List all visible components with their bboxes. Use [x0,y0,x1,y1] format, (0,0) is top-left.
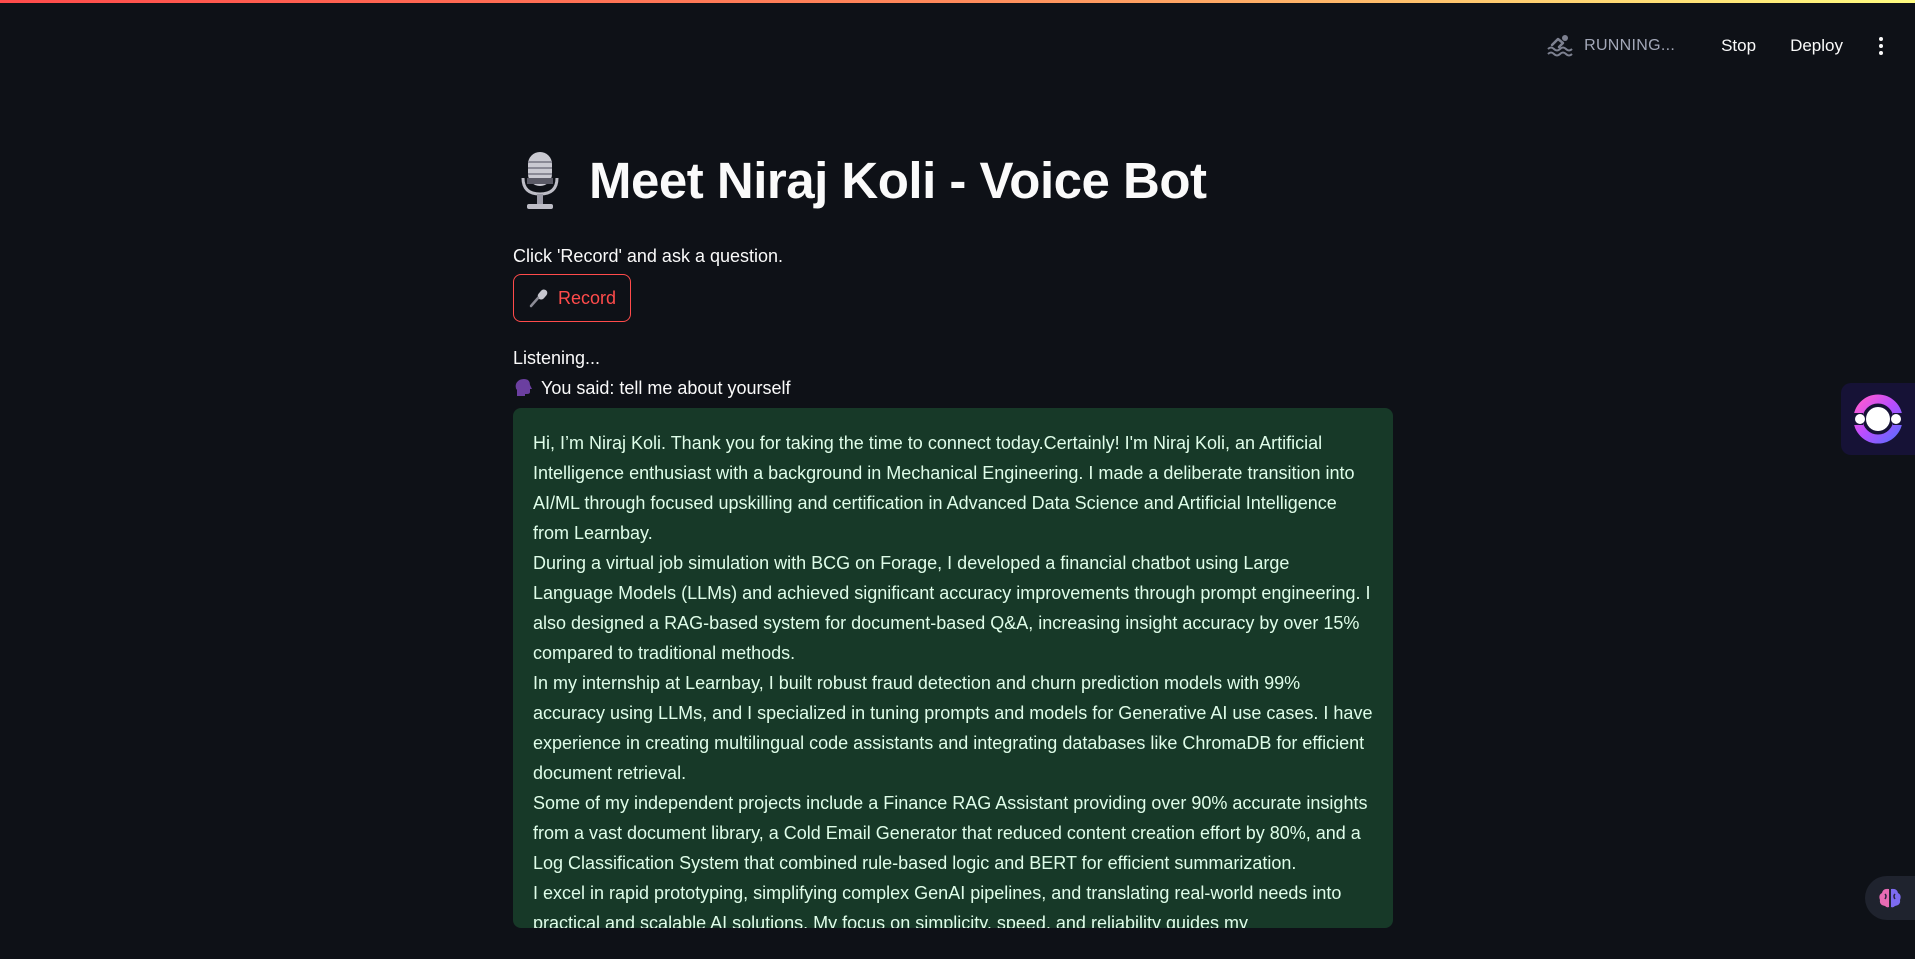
microphone-icon [529,289,548,308]
record-button[interactable]: Record [513,274,632,322]
status-text: RUNNING... [1584,37,1676,54]
response-paragraph: I excel in rapid prototyping, simplifyin… [533,883,1342,928]
main-content: Meet Niraj Koli - Voice Bot Click 'Recor… [513,140,1393,928]
menu-dot [1879,51,1883,55]
studio-microphone-icon [521,152,559,209]
transcript-line: You said: tell me about yourself [513,376,1393,400]
top-decoration-bar [0,0,1915,3]
main-menu-button[interactable] [1869,30,1893,62]
stop-button[interactable]: Stop [1709,30,1768,62]
brain-icon [1879,888,1901,908]
page-title: Meet Niraj Koli - Voice Bot [589,151,1207,209]
menu-dot [1879,37,1883,41]
brain-widget-button[interactable] [1865,876,1915,920]
response-paragraph: Some of my independent projects include … [533,793,1368,873]
listening-status: Listening... [513,348,601,368]
response-paragraph: In my internship at Learnbay, I built ro… [533,673,1373,783]
response-paragraph: During a virtual job simulation with BCG… [533,553,1371,663]
swimming-icon [1547,35,1573,57]
running-status: RUNNING... [1546,33,1675,59]
assistant-ring-icon [1851,394,1905,444]
transcript-text: You said: tell me about yourself [541,378,791,398]
speaking-head-icon [515,379,532,396]
deploy-button[interactable]: Deploy [1778,30,1855,62]
bot-response-box: Hi, I’m Niraj Koli. Thank you for taking… [513,408,1393,928]
record-label: Record [558,287,617,308]
app-toolbar: RUNNING... Stop Deploy [1546,28,1893,64]
page-header: Meet Niraj Koli - Voice Bot [513,140,1393,220]
menu-dot [1879,44,1883,48]
response-paragraph: Hi, I’m Niraj Koli. Thank you for taking… [533,433,1355,543]
instruction-text: Click 'Record' and ask a question. [513,246,784,266]
assistant-widget-button[interactable] [1841,383,1915,455]
